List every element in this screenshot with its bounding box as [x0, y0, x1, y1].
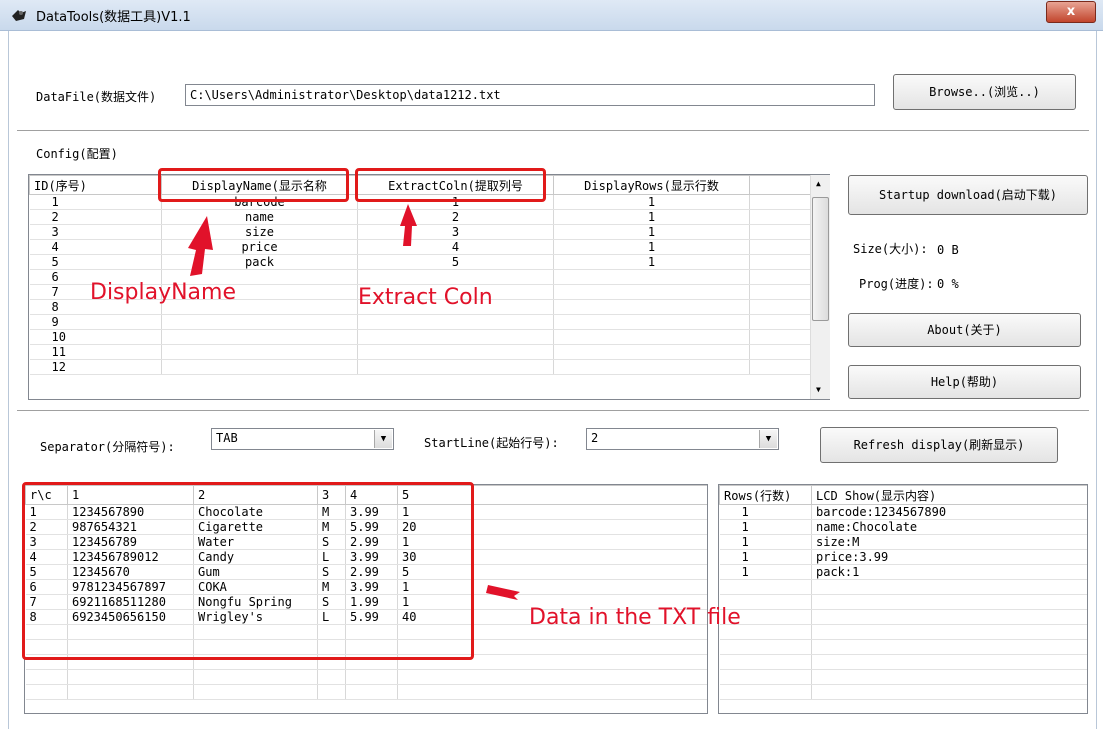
- annotation-displayname: DisplayName: [90, 280, 236, 305]
- annotation-data-in-txt: Data in the TXT file: [529, 605, 741, 630]
- annotation-extract-coln: Extract Coln: [358, 285, 493, 310]
- arrow-up-icon: [188, 216, 213, 276]
- arrow-left-icon: [486, 585, 520, 600]
- arrow-up-icon: [400, 204, 417, 246]
